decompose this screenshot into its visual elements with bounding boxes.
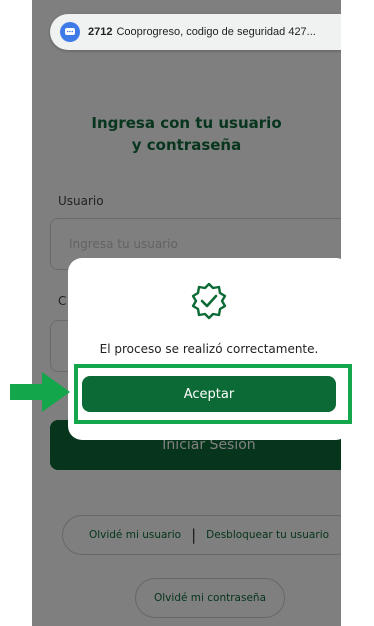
notification-number: 2712 [88, 26, 113, 38]
dialog-message: El proceso se realizó correctamente. [99, 342, 319, 356]
notification-text: Cooprogreso, codigo de seguridad 427... [116, 26, 316, 38]
message-icon [60, 22, 80, 42]
success-dialog: El proceso se realizó correctamente. Ace… [68, 258, 350, 440]
chevron-down-icon[interactable] [340, 23, 341, 41]
sms-notification[interactable]: 2712 Cooprogreso, codigo de seguridad 42… [50, 14, 341, 50]
arrow-right-icon [8, 370, 72, 418]
accept-button[interactable]: Aceptar [82, 376, 336, 412]
badge-check-icon [189, 281, 229, 325]
